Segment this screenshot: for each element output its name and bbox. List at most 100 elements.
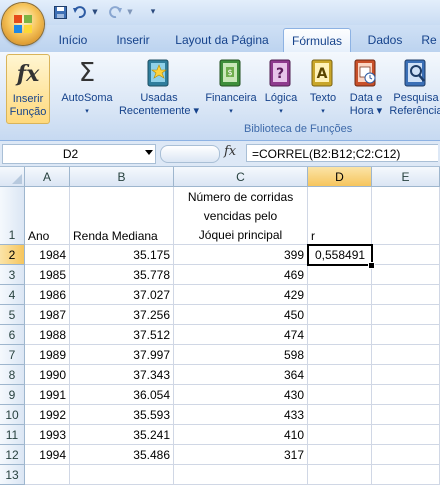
cell-b3[interactable]: 35.778 bbox=[70, 265, 174, 285]
cell-b4[interactable]: 37.027 bbox=[70, 285, 174, 305]
cell-b1[interactable]: Renda Mediana bbox=[70, 187, 174, 245]
cell-e6[interactable] bbox=[372, 325, 440, 345]
cell-e7[interactable] bbox=[372, 345, 440, 365]
worksheet-grid[interactable]: A B C D E 1 Ano Renda Mediana Número de … bbox=[0, 167, 440, 492]
cell-e13[interactable] bbox=[372, 465, 440, 485]
autosum-button[interactable]: Σ AutoSoma ▾ bbox=[58, 54, 116, 122]
name-box[interactable]: D2 bbox=[2, 144, 156, 164]
cell-a5[interactable]: 1987 bbox=[25, 305, 70, 325]
column-header-e[interactable]: E bbox=[372, 167, 440, 187]
cell-c3[interactable]: 469 bbox=[174, 265, 308, 285]
cell-e5[interactable] bbox=[372, 305, 440, 325]
cell-e3[interactable] bbox=[372, 265, 440, 285]
formula-bar-resize-handle[interactable] bbox=[160, 145, 220, 163]
recently-used-button[interactable]: Usadas Recentemente ▾ bbox=[116, 54, 202, 122]
office-button[interactable] bbox=[2, 3, 44, 45]
row-header-1[interactable]: 1 bbox=[0, 187, 25, 245]
active-cell-d2[interactable]: 0,558491 bbox=[307, 244, 373, 266]
cell-a4[interactable]: 1986 bbox=[25, 285, 70, 305]
cell-b6[interactable]: 37.512 bbox=[70, 325, 174, 345]
column-header-c[interactable]: C bbox=[174, 167, 308, 187]
cell-c10[interactable]: 433 bbox=[174, 405, 308, 425]
cell-a8[interactable]: 1990 bbox=[25, 365, 70, 385]
cell-c5[interactable]: 450 bbox=[174, 305, 308, 325]
undo-dropdown-icon[interactable]: ▼ bbox=[91, 4, 99, 20]
logical-button[interactable]: ? Lógica ▾ bbox=[262, 54, 300, 122]
text-button[interactable]: A Texto ▾ bbox=[304, 54, 342, 122]
tab-revisao[interactable]: Re bbox=[418, 30, 440, 50]
row-header-2[interactable]: 2 bbox=[0, 245, 25, 265]
row-header-4[interactable]: 4 bbox=[0, 285, 25, 305]
undo-icon[interactable] bbox=[72, 4, 88, 20]
cell-a9[interactable]: 1991 bbox=[25, 385, 70, 405]
cell-b12[interactable]: 35.486 bbox=[70, 445, 174, 465]
cell-c11[interactable]: 410 bbox=[174, 425, 308, 445]
cell-a2[interactable]: 1984 bbox=[25, 245, 70, 265]
cell-d1[interactable]: r bbox=[308, 187, 372, 245]
cell-b7[interactable]: 37.997 bbox=[70, 345, 174, 365]
cell-e12[interactable] bbox=[372, 445, 440, 465]
cell-e2[interactable] bbox=[372, 245, 440, 265]
redo-icon[interactable] bbox=[107, 4, 123, 20]
cell-d9[interactable] bbox=[308, 385, 372, 405]
cell-d6[interactable] bbox=[308, 325, 372, 345]
column-header-d[interactable]: D bbox=[308, 167, 372, 187]
cell-b10[interactable]: 35.593 bbox=[70, 405, 174, 425]
cell-e1[interactable] bbox=[372, 187, 440, 245]
cell-e4[interactable] bbox=[372, 285, 440, 305]
cell-e8[interactable] bbox=[372, 365, 440, 385]
cell-c7[interactable]: 598 bbox=[174, 345, 308, 365]
cell-e11[interactable] bbox=[372, 425, 440, 445]
cell-c1[interactable]: Número de corridas vencidas pelo Jóquei … bbox=[174, 187, 308, 245]
cell-c13[interactable] bbox=[174, 465, 308, 485]
cell-d5[interactable] bbox=[308, 305, 372, 325]
row-header-11[interactable]: 11 bbox=[0, 425, 25, 445]
row-header-8[interactable]: 8 bbox=[0, 365, 25, 385]
cell-d13[interactable] bbox=[308, 465, 372, 485]
cell-c8[interactable]: 364 bbox=[174, 365, 308, 385]
cell-c9[interactable]: 430 bbox=[174, 385, 308, 405]
cell-a1[interactable]: Ano bbox=[25, 187, 70, 245]
fill-handle[interactable] bbox=[368, 262, 375, 269]
tab-dados[interactable]: Dados bbox=[360, 30, 410, 50]
cell-d7[interactable] bbox=[308, 345, 372, 365]
cell-b5[interactable]: 37.256 bbox=[70, 305, 174, 325]
lookup-reference-button[interactable]: Pesquisa Referência bbox=[388, 54, 440, 122]
date-time-button[interactable]: Data e Hora ▾ bbox=[345, 54, 387, 122]
cell-b13[interactable] bbox=[70, 465, 174, 485]
cell-d4[interactable] bbox=[308, 285, 372, 305]
save-icon[interactable] bbox=[52, 4, 68, 20]
cell-d11[interactable] bbox=[308, 425, 372, 445]
cell-a6[interactable]: 1988 bbox=[25, 325, 70, 345]
insert-function-fx-icon[interactable]: fx bbox=[224, 144, 236, 159]
cell-a7[interactable]: 1989 bbox=[25, 345, 70, 365]
cell-e10[interactable] bbox=[372, 405, 440, 425]
cell-d8[interactable] bbox=[308, 365, 372, 385]
cell-c6[interactable]: 474 bbox=[174, 325, 308, 345]
cell-b9[interactable]: 36.054 bbox=[70, 385, 174, 405]
formula-input[interactable]: =CORREL(B2:B12;C2:C12) bbox=[246, 144, 438, 162]
row-header-10[interactable]: 10 bbox=[0, 405, 25, 425]
cell-a13[interactable] bbox=[25, 465, 70, 485]
row-header-7[interactable]: 7 bbox=[0, 345, 25, 365]
cell-c2[interactable]: 399 bbox=[174, 245, 308, 265]
cell-a11[interactable]: 1993 bbox=[25, 425, 70, 445]
row-header-9[interactable]: 9 bbox=[0, 385, 25, 405]
cell-b8[interactable]: 37.343 bbox=[70, 365, 174, 385]
cell-a12[interactable]: 1994 bbox=[25, 445, 70, 465]
cell-c4[interactable]: 429 bbox=[174, 285, 308, 305]
cell-a10[interactable]: 1992 bbox=[25, 405, 70, 425]
financial-button[interactable]: $ Financeira ▾ bbox=[202, 54, 260, 122]
tab-inserir[interactable]: Inserir bbox=[108, 30, 158, 50]
row-header-13[interactable]: 13 bbox=[0, 465, 25, 485]
customize-toolbar-icon[interactable]: ▾ bbox=[148, 4, 158, 20]
tab-formulas[interactable]: Fórmulas bbox=[283, 28, 351, 52]
column-header-b[interactable]: B bbox=[70, 167, 174, 187]
column-header-a[interactable]: A bbox=[25, 167, 70, 187]
row-header-12[interactable]: 12 bbox=[0, 445, 25, 465]
cell-e9[interactable] bbox=[372, 385, 440, 405]
row-header-6[interactable]: 6 bbox=[0, 325, 25, 345]
cell-b11[interactable]: 35.241 bbox=[70, 425, 174, 445]
chevron-down-icon[interactable] bbox=[145, 150, 153, 155]
tab-layout-da-pagina[interactable]: Layout da Página bbox=[170, 30, 274, 50]
